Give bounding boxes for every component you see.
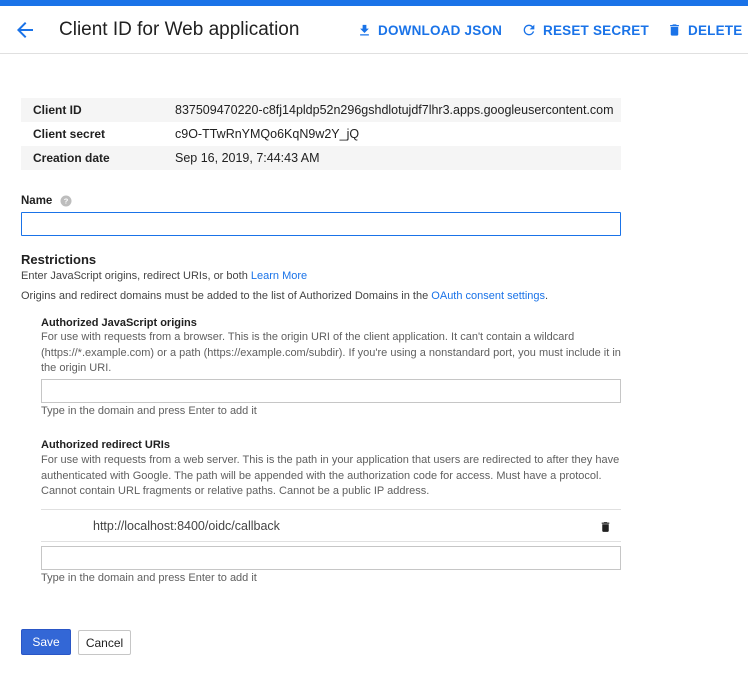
js-origins-description: For use with requests from a browser. Th…: [41, 331, 621, 374]
download-icon: [360, 24, 369, 35]
refresh-icon: [523, 24, 535, 36]
restrictions-note: Origins and redirect domains must be add…: [21, 290, 548, 302]
info-label: Creation date: [33, 151, 110, 165]
trash-icon[interactable]: [599, 520, 612, 534]
js-origin-input[interactable]: [41, 379, 621, 403]
js-origins-heading: Authorized JavaScript origins: [41, 317, 197, 329]
restrictions-note-text: Origins and redirect domains must be add…: [21, 290, 429, 302]
redirect-uri-input[interactable]: [41, 546, 621, 570]
restrictions-note-end: .: [545, 290, 549, 302]
download-json-label: DOWNLOAD JSON: [378, 22, 503, 38]
back-arrow-icon[interactable]: [13, 18, 37, 42]
redirect-uri-hint: Type in the domain and press Enter to ad…: [41, 572, 257, 584]
help-icon[interactable]: ?: [60, 195, 72, 207]
info-label: Client secret: [33, 127, 106, 141]
page-header: Client ID for Web application DOWNLOAD J…: [0, 6, 748, 54]
reset-secret-label: RESET SECRET: [543, 22, 649, 38]
delete-button[interactable]: DELETE: [667, 19, 742, 41]
js-origin-hint: Type in the domain and press Enter to ad…: [41, 405, 257, 417]
client-secret-value: c9O-TTwRnYMQo6KqN9w2Y_jQ: [175, 127, 360, 141]
info-row-client-secret: Client secret c9O-TTwRnYMQo6KqN9w2Y_jQ: [21, 122, 621, 146]
redirect-uris-heading: Authorized redirect URIs: [41, 439, 170, 451]
svg-text:?: ?: [64, 197, 69, 206]
redirect-uri-item: http://localhost:8400/oidc/callback: [41, 509, 621, 542]
restrictions-desc-text: Enter JavaScript origins, redirect URIs,…: [21, 270, 248, 282]
redirect-uri-value: http://localhost:8400/oidc/callback: [93, 519, 280, 533]
learn-more-link[interactable]: Learn More: [251, 270, 307, 282]
client-info-table: Client ID 837509470220-c8fj14pldp52n296g…: [21, 98, 621, 170]
name-label-row: Name ?: [21, 195, 72, 207]
info-row-client-id: Client ID 837509470220-c8fj14pldp52n296g…: [21, 98, 621, 122]
name-label: Name: [21, 195, 53, 207]
restrictions-heading: Restrictions: [21, 252, 97, 267]
download-json-button[interactable]: DOWNLOAD JSON: [357, 19, 502, 41]
page-title: Client ID for Web application: [59, 19, 300, 40]
info-label: Client ID: [33, 103, 82, 117]
client-id-value: 837509470220-c8fj14pldp52n296gshdlotujdf…: [175, 103, 614, 117]
reset-secret-button[interactable]: RESET SECRET: [521, 19, 649, 41]
redirect-uris-description: For use with requests from a web server.…: [41, 454, 620, 497]
restrictions-description: Enter JavaScript origins, redirect URIs,…: [21, 270, 307, 282]
delete-label: DELETE: [688, 22, 743, 38]
oauth-consent-link[interactable]: OAuth consent settings: [431, 290, 545, 302]
save-button[interactable]: Save: [21, 629, 71, 655]
info-row-creation-date: Creation date Sep 16, 2019, 7:44:43 AM: [21, 146, 621, 170]
cancel-button[interactable]: Cancel: [78, 630, 131, 655]
creation-date-value: Sep 16, 2019, 7:44:43 AM: [175, 151, 320, 165]
name-input[interactable]: [21, 212, 621, 236]
trash-icon: [670, 24, 679, 36]
